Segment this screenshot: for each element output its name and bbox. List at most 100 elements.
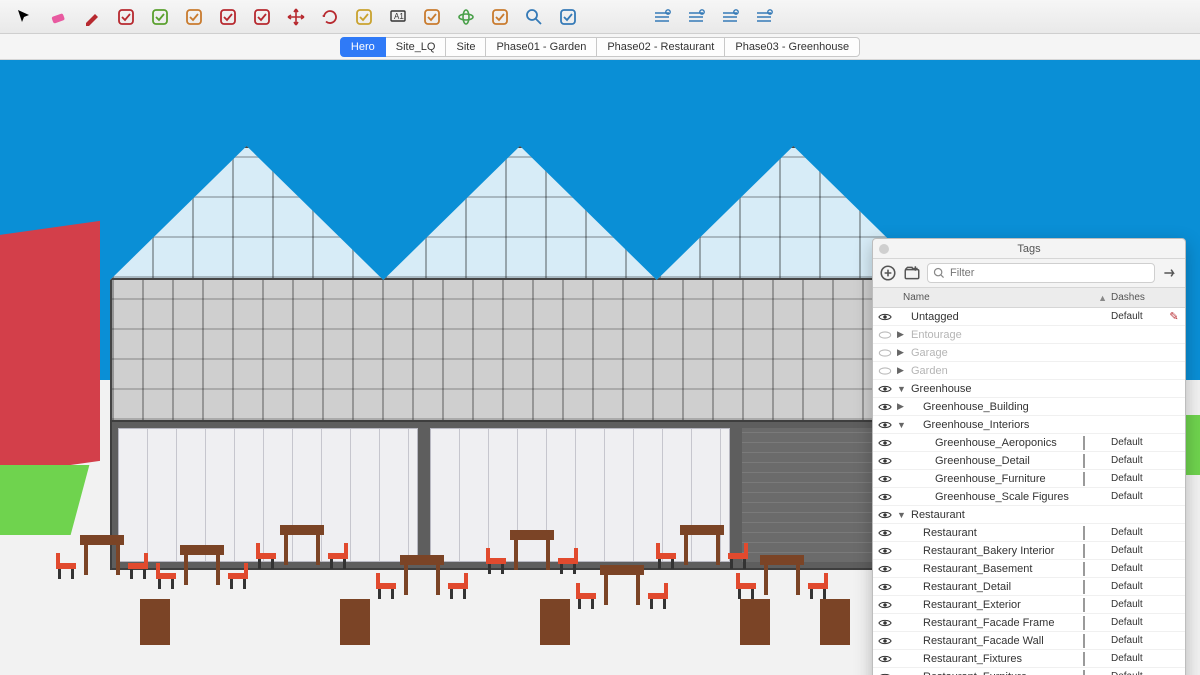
scene-tab[interactable]: Site_LQ [385,37,447,57]
disclosure-triangle-icon[interactable]: ▼ [897,510,907,520]
tag-color-swatch[interactable] [1083,563,1111,575]
paint-tool[interactable] [420,5,444,29]
rectangle-tool[interactable] [148,5,172,29]
select-tool[interactable] [12,5,36,29]
visibility-toggle-icon[interactable] [877,329,893,341]
disclosure-triangle-icon[interactable]: ▼ [897,384,907,394]
tag-color-swatch[interactable] [1083,671,1111,675]
tag-row[interactable]: Restaurant_FurnitureDefault [873,668,1185,675]
tag-row[interactable]: Restaurant_Facade WallDefault [873,632,1185,650]
tag-dash-style[interactable]: Default [1111,563,1167,574]
ext-layers1-tool[interactable] [684,5,708,29]
zoom-tool[interactable] [522,5,546,29]
column-name[interactable]: Name [897,292,1083,303]
tag-row[interactable]: Restaurant_FixturesDefault [873,650,1185,668]
ext-layers2-tool[interactable] [718,5,742,29]
visibility-toggle-icon[interactable] [877,653,893,665]
tag-row[interactable]: Restaurant_ExteriorDefault [873,596,1185,614]
tag-color-swatch[interactable] [1083,527,1111,539]
tag-dash-style[interactable]: Default [1111,617,1167,628]
pan-tool[interactable] [488,5,512,29]
eraser-tool[interactable] [46,5,70,29]
visibility-toggle-icon[interactable] [877,437,893,449]
add-tag-folder-button[interactable] [903,264,921,282]
arc-tool[interactable] [114,5,138,29]
tag-dash-style[interactable]: Default [1111,581,1167,592]
scene-tab[interactable]: Phase01 - Garden [485,37,597,57]
scene-tab[interactable]: Phase03 - Greenhouse [724,37,860,57]
visibility-toggle-icon[interactable] [877,581,893,593]
move-tool[interactable] [284,5,308,29]
tag-color-swatch[interactable] [1083,617,1111,629]
tag-dash-style[interactable]: Default [1111,437,1167,448]
tag-row[interactable]: Greenhouse_FurnitureDefault [873,470,1185,488]
active-tag-pencil-icon[interactable]: ✎ [1167,310,1181,323]
followme-tool[interactable] [250,5,274,29]
tag-dash-style[interactable]: Default [1111,455,1167,466]
tag-row[interactable]: Greenhouse_AeroponicsDefault [873,434,1185,452]
tag-row[interactable]: Greenhouse_Scale FiguresDefault [873,488,1185,506]
tag-dash-style[interactable]: Default [1111,653,1167,664]
tags-search-input[interactable] [927,263,1155,283]
scene-tab[interactable]: Phase02 - Restaurant [596,37,725,57]
tag-dash-style[interactable]: Default [1111,527,1167,538]
close-icon[interactable] [879,244,889,254]
tag-row[interactable]: Restaurant_Bakery InteriorDefault [873,542,1185,560]
scene-tab[interactable]: Hero [340,37,386,57]
visibility-toggle-icon[interactable] [877,401,893,413]
tag-color-swatch[interactable] [1083,635,1111,647]
column-dashes[interactable]: Dashes [1111,292,1167,303]
tag-row[interactable]: RestaurantDefault [873,524,1185,542]
tag-color-swatch[interactable] [1083,473,1111,485]
tag-color-swatch[interactable] [1083,545,1111,557]
disclosure-triangle-icon[interactable]: ▶ [897,329,907,340]
tag-dash-style[interactable]: Default [1111,311,1167,322]
ext-gear-tool[interactable] [650,5,674,29]
tags-panel-menu-button[interactable] [1161,264,1179,282]
visibility-toggle-icon[interactable] [877,545,893,557]
tag-row[interactable]: ▶Greenhouse_Building [873,398,1185,416]
tag-row[interactable]: ▶Garage [873,344,1185,362]
visibility-toggle-icon[interactable] [877,311,893,323]
ext-layers3-tool[interactable] [752,5,776,29]
visibility-toggle-icon[interactable] [877,635,893,647]
scene-tab[interactable]: Site [445,37,486,57]
rotate-tool[interactable] [318,5,342,29]
tag-row[interactable]: ▶Entourage [873,326,1185,344]
zoom-extents-tool[interactable] [556,5,580,29]
visibility-toggle-icon[interactable] [877,527,893,539]
viewport-3d[interactable]: Tags Name ▲ Dashes [0,60,1200,675]
visibility-toggle-icon[interactable] [877,365,893,377]
tag-row[interactable]: UntaggedDefault✎ [873,308,1185,326]
tag-row[interactable]: ▼Greenhouse [873,380,1185,398]
visibility-toggle-icon[interactable] [877,491,893,503]
tag-row[interactable]: ▼Restaurant [873,506,1185,524]
disclosure-triangle-icon[interactable]: ▶ [897,365,907,376]
add-tag-button[interactable] [879,264,897,282]
visibility-toggle-icon[interactable] [877,671,893,675]
disclosure-triangle-icon[interactable]: ▶ [897,401,907,412]
tag-dash-style[interactable]: Default [1111,545,1167,556]
tag-dash-style[interactable]: Default [1111,473,1167,484]
pushpull-tool[interactable] [182,5,206,29]
visibility-toggle-icon[interactable] [877,419,893,431]
tag-row[interactable]: Restaurant_DetailDefault [873,578,1185,596]
visibility-toggle-icon[interactable] [877,563,893,575]
tag-row[interactable]: Greenhouse_DetailDefault [873,452,1185,470]
tags-panel[interactable]: Tags Name ▲ Dashes [872,238,1186,675]
tag-color-swatch[interactable] [1083,653,1111,665]
disclosure-triangle-icon[interactable]: ▶ [897,347,907,358]
tag-color-swatch[interactable] [1083,581,1111,593]
visibility-toggle-icon[interactable] [877,509,893,521]
tag-dash-style[interactable]: Default [1111,671,1167,675]
visibility-toggle-icon[interactable] [877,617,893,629]
tag-row[interactable]: Restaurant_Facade FrameDefault [873,614,1185,632]
text-tool[interactable]: A1 [386,5,410,29]
tags-columns-header[interactable]: Name ▲ Dashes [873,288,1185,308]
tag-row[interactable]: ▼Greenhouse_Interiors [873,416,1185,434]
tape-tool[interactable] [352,5,376,29]
tag-row[interactable]: Restaurant_BasementDefault [873,560,1185,578]
tag-color-swatch[interactable] [1083,599,1111,611]
tag-color-swatch[interactable] [1083,437,1111,449]
offset-tool[interactable] [216,5,240,29]
